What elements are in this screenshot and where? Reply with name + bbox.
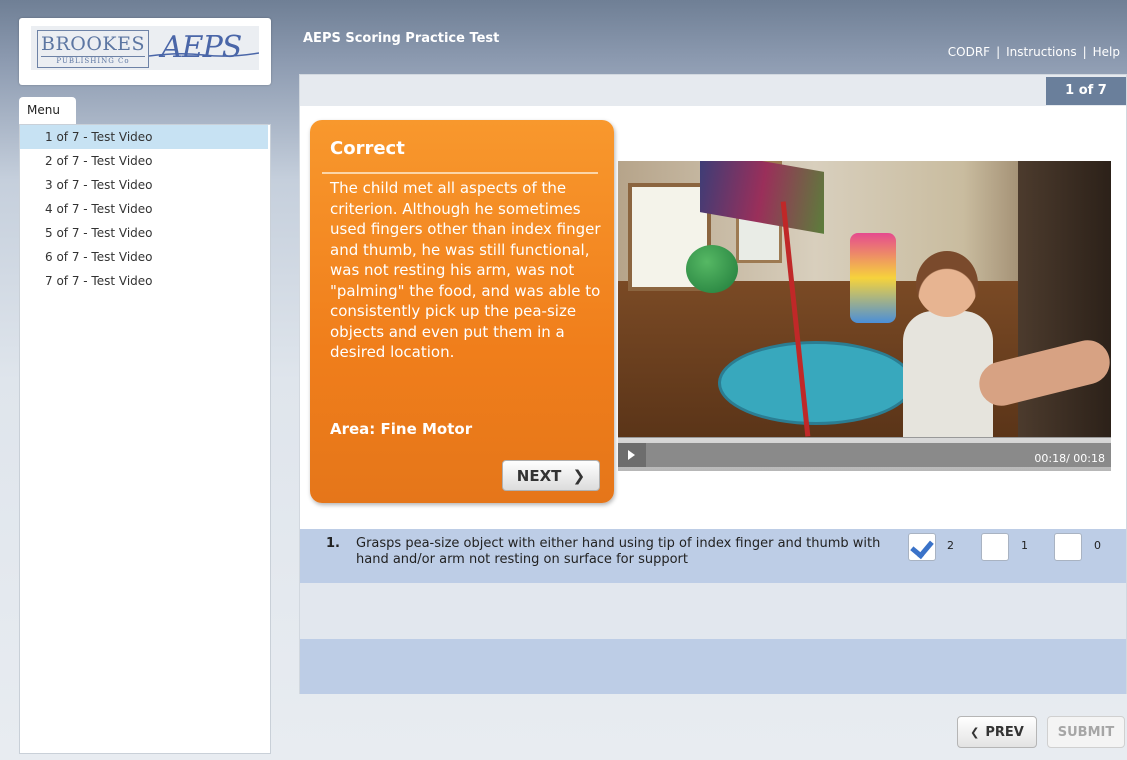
top-links: CODRF | Instructions | Help [948,45,1120,59]
video-frame-toy [850,233,896,323]
video-player[interactable] [618,161,1111,437]
menu-tab[interactable]: Menu [19,97,76,124]
question-text: Grasps pea-size object with either hand … [356,536,881,567]
video-frame-ball [686,245,738,293]
next-button[interactable]: NEXT ❯ [502,460,600,491]
question-counter: 1 of 7 [1046,77,1126,105]
link-separator: | [1082,45,1087,59]
feedback-text: The child met all aspects of the criteri… [330,179,601,361]
question-number: 1. [326,536,340,551]
score-1-checkbox[interactable] [981,533,1009,561]
score-2-checkbox[interactable] [908,533,936,561]
menu-item-video-5[interactable]: 5 of 7 - Test Video [20,221,270,245]
video-frame-child-head [916,251,978,317]
menu-item-video-7[interactable]: 7 of 7 - Test Video [20,269,270,293]
logo: BROOKES PUBLISHING Co AEPS [19,18,271,85]
score-0-checkbox[interactable] [1054,533,1082,561]
codrf-link[interactable]: CODRF [948,45,990,59]
feedback-card: Correct The child met all aspects of the… [310,120,614,503]
score-2-label: 2 [947,539,954,552]
menu-item-video-1[interactable]: 1 of 7 - Test Video [20,125,268,149]
feedback-title: Correct [330,138,405,159]
progress-bar: 1 of 7 [300,75,1126,106]
feedback-area: Area: Fine Motor [330,420,473,438]
logo-banner: BROOKES PUBLISHING Co AEPS [31,26,259,70]
feedback-divider [322,172,598,174]
next-button-label: NEXT [516,467,562,485]
sidebar-menu: 1 of 7 - Test Video 2 of 7 - Test Video … [19,124,271,754]
app-title: AEPS Scoring Practice Test [303,31,500,46]
menu-item-video-3[interactable]: 3 of 7 - Test Video [20,173,270,197]
video-frame-table [718,341,914,425]
video-controls: 00:18/ 00:18 [618,437,1111,471]
publisher-logo-subtitle: PUBLISHING Co [41,56,145,66]
menu-item-video-6[interactable]: 6 of 7 - Test Video [20,245,270,269]
question-row: 1. Grasps pea-size object with either ha… [300,529,1126,583]
menu-item-video-2[interactable]: 2 of 7 - Test Video [20,149,270,173]
link-separator: | [996,45,1001,59]
checkmark-icon [910,534,934,560]
menu-item-video-4[interactable]: 4 of 7 - Test Video [20,197,270,221]
chevron-left-icon: ❮ [970,726,980,739]
chevron-right-icon: ❯ [572,467,586,485]
video-seek-bar[interactable]: 00:18/ 00:18 [646,443,1111,467]
prev-button[interactable]: ❮ PREV [957,716,1037,748]
instructions-link[interactable]: Instructions [1006,45,1076,59]
video-time: 00:18/ 00:18 [1034,452,1105,465]
video-frame-child [903,311,993,437]
publisher-logo-name: BROOKES [40,33,145,55]
empty-row [300,583,1126,639]
main-panel: 1 of 7 Correct The child met all aspects… [299,74,1127,694]
publisher-logo: BROOKES PUBLISHING Co [37,30,149,68]
play-button[interactable] [618,443,646,467]
empty-row [300,639,1126,694]
help-link[interactable]: Help [1093,45,1120,59]
prev-button-label: PREV [985,725,1024,740]
score-1-label: 1 [1021,539,1028,552]
score-0-label: 0 [1094,539,1101,552]
product-logo: AEPS [161,30,242,65]
play-icon [628,450,635,460]
submit-button[interactable]: SUBMIT [1047,716,1125,748]
